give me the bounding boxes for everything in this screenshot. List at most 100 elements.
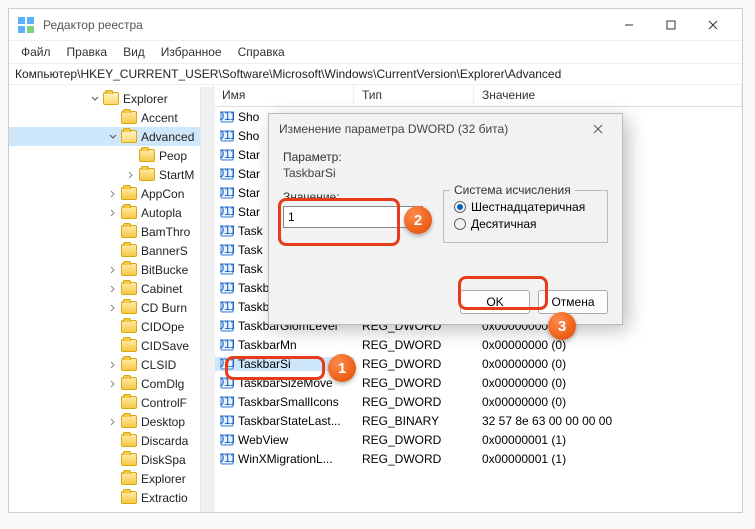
chevron-icon[interactable] <box>107 492 119 504</box>
tree-label: Accent <box>141 111 178 125</box>
col-type[interactable]: Тип <box>354 85 474 106</box>
tree-item[interactable]: Accent <box>9 108 213 127</box>
list-row[interactable]: 011TaskbarSiREG_DWORD0x00000000 (0) <box>214 354 742 373</box>
list-row[interactable]: 011TaskbarSmallIconsREG_DWORD0x00000000 … <box>214 392 742 411</box>
menu-favorites[interactable]: Избранное <box>153 43 230 61</box>
tree-item[interactable]: Advanced <box>9 127 213 146</box>
list-row[interactable]: 011TaskbarSizeMoveREG_DWORD0x00000000 (0… <box>214 373 742 392</box>
menu-help[interactable]: Справка <box>230 43 293 61</box>
tree-item[interactable]: Extractio <box>9 488 213 507</box>
menu-view[interactable]: Вид <box>115 43 153 61</box>
chevron-icon[interactable] <box>107 473 119 485</box>
chevron-icon[interactable] <box>107 188 119 200</box>
chevron-icon[interactable] <box>107 226 119 238</box>
folder-icon <box>121 377 137 390</box>
chevron-icon[interactable] <box>107 112 119 124</box>
chevron-icon[interactable] <box>107 131 119 143</box>
menu-file[interactable]: Файл <box>13 43 59 61</box>
ok-button[interactable]: OK <box>460 290 530 314</box>
list-row[interactable]: 011TaskbarMnREG_DWORD0x00000000 (0) <box>214 335 742 354</box>
chevron-icon[interactable] <box>125 150 137 162</box>
value-type: REG_DWORD <box>354 395 474 409</box>
tree-item[interactable]: CIDOpe <box>9 317 213 336</box>
tree-label: Autopla <box>141 206 182 220</box>
menu-edit[interactable]: Правка <box>59 43 116 61</box>
tree-item[interactable]: DiskSpa <box>9 450 213 469</box>
value-type: REG_DWORD <box>354 376 474 390</box>
close-button[interactable] <box>692 11 734 39</box>
chevron-icon[interactable] <box>107 283 119 295</box>
tree-item[interactable]: Peop <box>9 146 213 165</box>
value-name: Star <box>238 167 260 181</box>
chevron-icon[interactable] <box>107 245 119 257</box>
tree-panel[interactable]: Explorer Accent AdvancedPeopStartMAppCon Au… <box>9 85 214 512</box>
chevron-icon[interactable] <box>107 359 119 371</box>
list-row[interactable]: 011WinXMigrationL...REG_DWORD0x00000001 … <box>214 449 742 468</box>
radio-dec[interactable]: Десятичная <box>454 217 597 231</box>
chevron-icon[interactable] <box>107 416 119 428</box>
chevron-icon[interactable] <box>107 207 119 219</box>
address-bar[interactable]: Компьютер\HKEY_CURRENT_USER\Software\Mic… <box>9 63 742 85</box>
dword-icon: 011 <box>220 357 234 371</box>
dialog-close-button[interactable] <box>584 118 612 140</box>
titlebar: Редактор реестра <box>9 9 742 41</box>
tree-item[interactable]: Cabinet <box>9 279 213 298</box>
value-input[interactable] <box>283 206 423 228</box>
svg-text:011: 011 <box>220 110 234 123</box>
window-title: Редактор реестра <box>43 18 608 32</box>
tree-item[interactable]: ComDlg <box>9 374 213 393</box>
tree-scrollbar[interactable] <box>200 87 215 512</box>
tree-item[interactable]: ControlF <box>9 393 213 412</box>
tree-item[interactable]: CLSID <box>9 355 213 374</box>
chevron-icon[interactable] <box>125 169 137 181</box>
folder-icon <box>121 491 137 504</box>
svg-text:011: 011 <box>220 148 234 161</box>
dword-icon: 011 <box>220 167 234 181</box>
tree-item[interactable]: Discarda <box>9 431 213 450</box>
value-type: REG_DWORD <box>354 452 474 466</box>
chevron-icon[interactable] <box>107 264 119 276</box>
tree-item[interactable]: BamThro <box>9 222 213 241</box>
tree-item[interactable]: Autopla <box>9 203 213 222</box>
cancel-button[interactable]: Отмена <box>538 290 608 314</box>
tree-item[interactable]: CIDSave <box>9 336 213 355</box>
chevron-icon[interactable] <box>107 302 119 314</box>
tree-item[interactable]: StartM <box>9 165 213 184</box>
list-row[interactable]: 011TaskbarStateLast...REG_BINARY32 57 8e… <box>214 411 742 430</box>
list-header: Имя Тип Значение <box>214 85 742 107</box>
chevron-icon[interactable] <box>107 397 119 409</box>
tree-label: Explorer <box>141 472 186 486</box>
tree-item[interactable]: BannerS <box>9 241 213 260</box>
col-data[interactable]: Значение <box>474 85 742 106</box>
radio-hex[interactable]: Шестнадцатеричная <box>454 200 597 214</box>
dword-icon: 011 <box>220 300 234 314</box>
chevron-icon[interactable] <box>107 454 119 466</box>
tree-item[interactable]: AppCon <box>9 184 213 203</box>
tree-item[interactable]: BitBucke <box>9 260 213 279</box>
dword-icon: 011 <box>220 262 234 276</box>
maximize-button[interactable] <box>650 11 692 39</box>
folder-icon <box>139 168 155 181</box>
chevron-icon[interactable] <box>107 340 119 352</box>
value-data: 0x00000000 (0) <box>474 357 742 371</box>
chevron-icon[interactable] <box>89 93 101 105</box>
folder-icon <box>139 149 155 162</box>
chevron-icon[interactable] <box>107 378 119 390</box>
svg-text:011: 011 <box>220 414 234 427</box>
tree-item[interactable]: Explorer <box>9 89 213 108</box>
minimize-button[interactable] <box>608 11 650 39</box>
folder-icon <box>121 415 137 428</box>
base-fieldset: Система исчисления Шестнадцатеричная Дес… <box>443 190 608 243</box>
tree-item[interactable]: CD Burn <box>9 298 213 317</box>
tree-label: BamThro <box>141 225 190 239</box>
chevron-icon[interactable] <box>107 321 119 333</box>
dword-icon: 011 <box>220 205 234 219</box>
value-name: Sho <box>238 110 259 124</box>
list-row[interactable]: 011WebViewREG_DWORD0x00000001 (1) <box>214 430 742 449</box>
edit-dword-dialog: Изменение параметра DWORD (32 бита) Пара… <box>268 113 623 325</box>
col-name[interactable]: Имя <box>214 85 354 106</box>
tree-item[interactable]: Desktop <box>9 412 213 431</box>
tree-item[interactable]: Explorer <box>9 469 213 488</box>
chevron-icon[interactable] <box>107 435 119 447</box>
tree-label: CIDSave <box>141 339 189 353</box>
